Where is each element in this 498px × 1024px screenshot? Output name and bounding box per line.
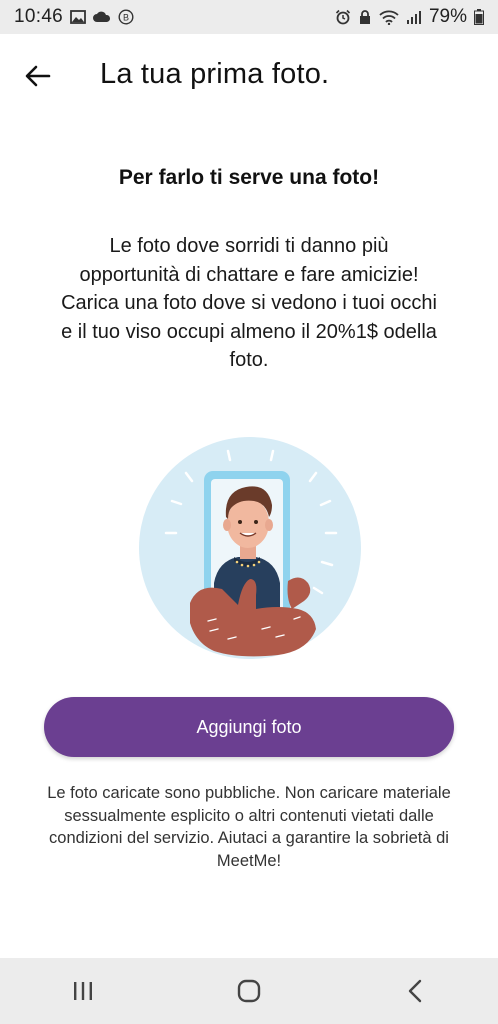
alarm-icon [335,9,351,25]
wifi-icon [379,10,399,25]
cloud-icon [93,11,111,22]
back-icon[interactable] [407,979,423,1003]
instructions-text: Le foto dove sorridi ti danno più opport… [61,235,437,371]
home-icon[interactable] [236,978,262,1004]
header: La tua prima foto. [0,34,498,114]
status-time: 10:46 [14,6,64,27]
disclaimer-text: Le foto caricate sono pubbliche. Non car… [47,784,451,870]
status-left: 10:46 B [14,6,134,28]
back-button[interactable] [18,56,58,96]
battery-percent: 79% [428,6,467,27]
arrow-left-icon[interactable] [25,65,51,87]
recent-apps-icon[interactable] [71,980,95,1002]
home-button[interactable] [219,969,279,1013]
person-selfie-phone-illustration [139,437,361,659]
svg-text:B: B [123,13,129,23]
add-photo-button[interactable]: Aggiungi foto [44,697,454,757]
page-title: La tua prima foto. [100,58,330,90]
recent-apps-button[interactable] [53,969,113,1013]
system-back-button[interactable] [385,969,445,1013]
status-right: 79% [335,6,484,28]
battery-icon [474,9,484,25]
image-icon [70,10,86,24]
b-badge-icon: B [118,9,134,25]
system-nav-bar [0,958,498,1024]
signal-icon [406,11,421,24]
status-bar: 10:46 B 79% [0,0,498,34]
lock-icon [359,10,370,24]
section-heading: Per farlo ti serve una foto! [118,166,380,189]
